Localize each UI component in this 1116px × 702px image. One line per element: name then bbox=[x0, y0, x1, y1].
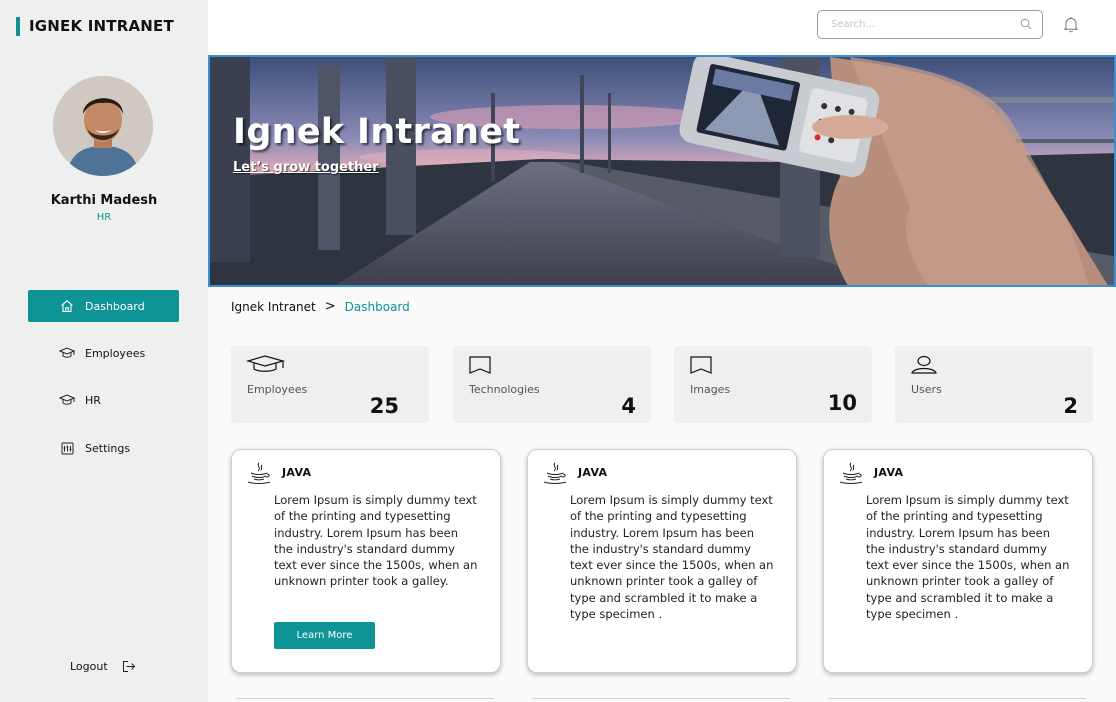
sidebar-item-employees[interactable]: Employees bbox=[28, 337, 179, 369]
search-icon[interactable] bbox=[1020, 15, 1032, 34]
stat-value: 25 bbox=[369, 394, 399, 418]
brand-title: IGNEK INTRANET bbox=[16, 17, 174, 36]
user-name: Karthi Madesh bbox=[50, 193, 158, 208]
card-title: JAVA bbox=[282, 466, 312, 479]
sidebar-item-settings[interactable]: Settings bbox=[28, 432, 179, 464]
stat-label: Technologies bbox=[469, 383, 540, 396]
hero-title: Ignek Intranet bbox=[233, 112, 521, 152]
book-icon bbox=[468, 355, 492, 379]
card-description: Lorem Ipsum is simply dummy text of the … bbox=[866, 493, 1070, 622]
tech-card: JAVA Lorem Ipsum is simply dummy text of… bbox=[231, 449, 501, 673]
top-bar bbox=[208, 0, 1116, 55]
java-icon bbox=[542, 462, 568, 488]
graduation-cap-icon bbox=[59, 392, 75, 408]
card-title: JAVA bbox=[578, 466, 608, 479]
stat-value: 2 bbox=[1063, 394, 1078, 418]
sidebar-item-label: HR bbox=[85, 393, 101, 407]
tech-card: JAVA Lorem Ipsum is simply dummy text of… bbox=[823, 449, 1093, 673]
book-icon bbox=[689, 355, 713, 379]
stat-label: Employees bbox=[247, 383, 308, 396]
tech-card: JAVA Lorem Ipsum is simply dummy text of… bbox=[527, 449, 797, 673]
logout-label: Logout bbox=[70, 660, 108, 673]
stat-value: 10 bbox=[827, 391, 857, 415]
tech-card-partial bbox=[236, 698, 494, 702]
sidebar-item-label: Employees bbox=[85, 346, 146, 360]
stat-card-images[interactable]: Images 10 bbox=[674, 346, 872, 423]
sidebar-item-label: Dashboard bbox=[85, 299, 145, 313]
user-role: HR bbox=[96, 212, 112, 223]
bell-icon[interactable] bbox=[1063, 16, 1079, 37]
graduation-cap-icon bbox=[59, 345, 75, 361]
hero-banner: Ignek Intranet Let’s grow together bbox=[208, 55, 1116, 287]
stat-card-users[interactable]: Users 2 bbox=[895, 346, 1093, 423]
card-description: Lorem Ipsum is simply dummy text of the … bbox=[274, 493, 478, 589]
stat-card-technologies[interactable]: Technologies 4 bbox=[453, 346, 651, 423]
sidebar: IGNEK INTRANET Karthi Madesh HR Dashboar… bbox=[0, 0, 208, 702]
stat-value: 4 bbox=[621, 394, 636, 418]
hero-subtitle-link[interactable]: Let’s grow together bbox=[233, 160, 379, 175]
settings-icon bbox=[59, 440, 75, 456]
breadcrumb: Ignek Intranet > Dashboard bbox=[231, 299, 410, 314]
card-description: Lorem Ipsum is simply dummy text of the … bbox=[570, 493, 774, 622]
java-icon bbox=[838, 462, 864, 488]
sidebar-item-label: Settings bbox=[85, 441, 131, 455]
logout-icon bbox=[122, 660, 136, 673]
graduation-cap-icon bbox=[245, 355, 286, 377]
java-icon bbox=[246, 462, 272, 488]
sidebar-item-dashboard[interactable]: Dashboard bbox=[28, 290, 179, 322]
home-icon bbox=[59, 298, 75, 314]
card-title: JAVA bbox=[874, 466, 904, 479]
breadcrumb-separator: > bbox=[324, 299, 336, 314]
search-box[interactable] bbox=[817, 10, 1043, 39]
learn-more-button[interactable]: Learn More bbox=[274, 622, 375, 649]
breadcrumb-current: Dashboard bbox=[344, 299, 410, 314]
stat-label: Images bbox=[690, 383, 731, 396]
avatar bbox=[53, 76, 153, 176]
tech-card-partial bbox=[828, 698, 1086, 702]
user-icon bbox=[910, 355, 938, 379]
logout-button[interactable]: Logout bbox=[70, 660, 136, 673]
stat-label: Users bbox=[911, 383, 942, 396]
tech-card-partial bbox=[532, 698, 790, 702]
sidebar-item-hr[interactable]: HR bbox=[28, 384, 179, 416]
search-input[interactable] bbox=[831, 19, 1020, 30]
breadcrumb-root[interactable]: Ignek Intranet bbox=[231, 300, 316, 314]
avatar-image bbox=[53, 76, 153, 176]
stat-card-employees[interactable]: Employees 25 bbox=[231, 346, 429, 423]
